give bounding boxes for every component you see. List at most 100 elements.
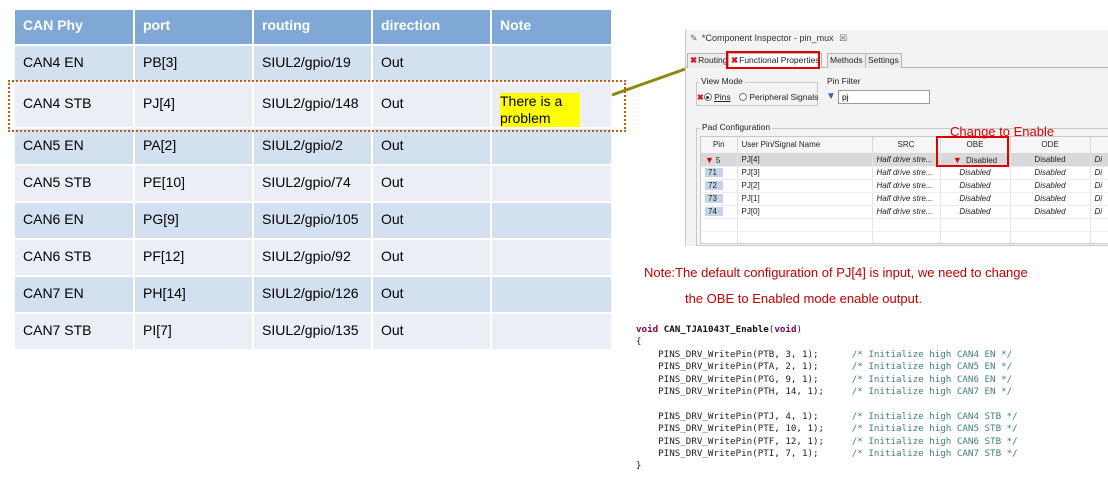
table-row: CAN5 STB PE[10] SIUL2/gpio/74 Out — [15, 165, 613, 203]
table-row[interactable]: 74 PJ[0] Half drive stre... Disabled Dis… — [701, 205, 1108, 219]
tab-routing[interactable]: ✖Routing — [687, 53, 731, 68]
cell-can-phy: CAN5 STB — [15, 165, 135, 203]
cell-ode[interactable]: Disabled — [1010, 166, 1091, 180]
cell-can-phy: CAN6 STB — [15, 239, 135, 277]
cell-pin: 71 — [701, 166, 738, 180]
code-call: PINS_DRV_WritePin(PTH, 14, 1); — [658, 385, 825, 397]
table-row[interactable]: 71 PJ[3] Half drive stre... Disabled Dis… — [701, 166, 1108, 180]
cell-obe[interactable]: ▼ Disabled — [940, 153, 1011, 167]
cell-obe[interactable]: Disabled — [940, 192, 1011, 206]
cell-note — [491, 276, 613, 314]
code-comment: /* Initialize high CAN6 STB */ — [851, 435, 1018, 447]
cell-obe[interactable]: Disabled — [940, 205, 1011, 219]
table-row — [701, 218, 1108, 232]
problem-highlight: There is a problem — [500, 93, 580, 127]
column-header-s[interactable]: S — [1090, 137, 1108, 154]
pin-filter-input[interactable] — [838, 90, 930, 104]
cell-src: Half drive stre... — [872, 166, 941, 180]
cell-src: Half drive stre... — [872, 179, 941, 193]
cell-signal-name: PJ[4] — [737, 153, 873, 167]
cell-ode[interactable]: Disabled — [1010, 179, 1091, 193]
cell-s[interactable]: Di — [1090, 205, 1108, 219]
error-icon: ✖ — [697, 93, 704, 102]
table-row: CAN6 EN PG[9] SIUL2/gpio/105 Out — [15, 202, 613, 240]
cell-pin: 72 — [701, 179, 738, 193]
cell-can-phy: CAN4 EN — [15, 45, 135, 83]
cell-s[interactable]: Di — [1090, 166, 1108, 180]
cell-ode[interactable]: Disabled — [1010, 205, 1091, 219]
cell-routing: SIUL2/gpio/135 — [253, 313, 373, 351]
view-mode-label: View Mode — [699, 76, 745, 86]
column-header-obe[interactable]: OBE — [940, 137, 1011, 154]
column-header-src[interactable]: SRC — [872, 137, 941, 154]
cell-s[interactable]: Di — [1090, 153, 1108, 167]
code-line: PINS_DRV_WritePin(PTG, 9, 1); /* Initial… — [636, 374, 1106, 386]
cell-note — [491, 165, 613, 203]
tab-methods[interactable]: Methods — [827, 53, 866, 68]
cell-ode[interactable]: Disabled — [1010, 153, 1091, 167]
cell-s[interactable]: Di — [1090, 192, 1108, 206]
cell-obe[interactable]: Disabled — [940, 179, 1011, 193]
radio-peripheral-signals[interactable] — [739, 93, 747, 101]
cell-can-phy: CAN7 EN — [15, 276, 135, 314]
code-line: PINS_DRV_WritePin(PTF, 12, 1); /* Initia… — [636, 436, 1106, 448]
view-mode-options: ✖ Pins Peripheral Signals — [697, 92, 818, 102]
change-to-enable-annotation: Change to Enable — [950, 124, 1055, 139]
code-line: PINS_DRV_WritePin(PTA, 2, 1); /* Initial… — [636, 361, 1106, 373]
cell-direction: Out — [372, 313, 492, 351]
cell-s[interactable]: Di — [1090, 179, 1108, 193]
pin-table-header-row: CAN Phy port routing direction Note — [15, 10, 613, 46]
cell-note: There is a problem — [491, 82, 613, 129]
radio-peripheral-signals-label: Peripheral Signals — [749, 92, 819, 102]
keyword-void: void — [636, 324, 659, 335]
column-header-note: Note — [491, 10, 613, 46]
code-comment: /* Initialize high CAN4 EN */ — [851, 348, 1013, 360]
cell-port: PG[9] — [134, 202, 254, 240]
table-row[interactable]: 72 PJ[2] Half drive stre... Disabled Dis… — [701, 179, 1108, 193]
pad-table-header-row: Pin User Pin/Signal Name SRC OBE ODE S — [701, 137, 1108, 154]
cell-port: PH[14] — [134, 276, 254, 314]
radio-pins[interactable] — [703, 93, 712, 101]
code-call: PINS_DRV_WritePin(PTE, 10, 1); — [658, 423, 825, 435]
cell-obe[interactable]: Disabled — [940, 166, 1011, 180]
cell-can-phy: CAN4 STB — [15, 82, 135, 129]
code-call: PINS_DRV_WritePin(PTI, 7, 1); — [658, 447, 819, 459]
cell-pin: ▼ 5 — [701, 153, 738, 167]
code-comment: /* Initialize high CAN5 EN */ — [851, 361, 1013, 373]
tab-settings[interactable]: Settings — [865, 53, 902, 68]
table-row[interactable]: 73 PJ[1] Half drive stre... Disabled Dis… — [701, 192, 1108, 206]
column-header-routing: routing — [253, 10, 373, 46]
column-header-pin[interactable]: Pin — [701, 137, 738, 154]
cell-ode[interactable]: Disabled — [1010, 192, 1091, 206]
error-flag-icon: ▼ — [705, 154, 714, 165]
table-row: CAN7 EN PH[14] SIUL2/gpio/126 Out — [15, 276, 613, 314]
tab-label: Settings — [868, 55, 899, 65]
cell-routing: SIUL2/gpio/19 — [253, 45, 373, 83]
code-call: PINS_DRV_WritePin(PTJ, 4, 1); — [658, 410, 819, 422]
table-row: CAN5 EN PA[2] SIUL2/gpio/2 Out — [15, 128, 613, 166]
cell-routing: SIUL2/gpio/74 — [253, 165, 373, 203]
pad-configuration-label: Pad Configuration — [700, 122, 773, 132]
code-line: PINS_DRV_WritePin(PTB, 3, 1); /* Initial… — [636, 349, 1106, 361]
cell-can-phy: CAN7 STB — [15, 313, 135, 351]
cell-direction: Out — [372, 45, 492, 83]
table-row: CAN7 STB PI[7] SIUL2/gpio/135 Out — [15, 313, 613, 351]
pad-configuration-table: Pin User Pin/Signal Name SRC OBE ODE S ▼… — [701, 137, 1108, 243]
close-tab-icon[interactable]: ☒ — [839, 33, 847, 43]
error-flag-icon: ▼ — [952, 154, 962, 165]
cell-src: Half drive stre... — [872, 205, 941, 219]
cell-port: PI[7] — [134, 313, 254, 351]
can-pin-table: CAN Phy port routing direction Note CAN4… — [15, 10, 613, 351]
cell-note — [491, 313, 613, 351]
table-row[interactable]: ▼ 5 PJ[4] Half drive stre... ▼ Disabled D… — [701, 153, 1108, 167]
radio-pins-label: Pins — [714, 92, 731, 102]
cell-port: PA[2] — [134, 128, 254, 166]
cell-routing: SIUL2/gpio/2 — [253, 128, 373, 166]
cell-can-phy: CAN5 EN — [15, 128, 135, 166]
cell-direction: Out — [372, 202, 492, 240]
cell-routing: SIUL2/gpio/126 — [253, 276, 373, 314]
column-header-ode[interactable]: ODE — [1010, 137, 1091, 154]
column-header-signal-name[interactable]: User Pin/Signal Name — [737, 137, 873, 154]
tab-label: Methods — [830, 55, 863, 65]
